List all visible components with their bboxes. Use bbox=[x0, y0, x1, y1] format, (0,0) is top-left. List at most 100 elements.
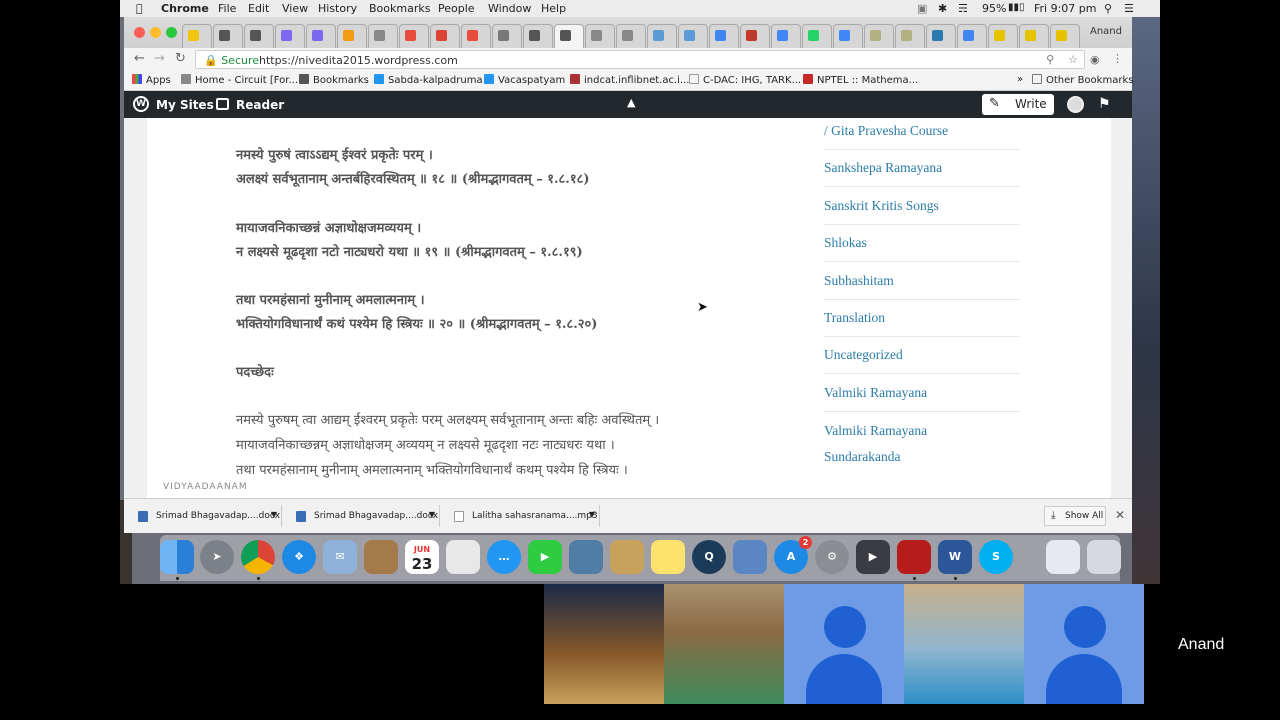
category-link[interactable]: Valmiki Ramayana bbox=[824, 385, 927, 401]
browser-tab[interactable] bbox=[740, 24, 770, 48]
battery-percentage[interactable]: 95% bbox=[982, 2, 1006, 15]
participant-tile-image[interactable] bbox=[544, 584, 664, 704]
bookmark-apps[interactable]: Apps bbox=[132, 74, 171, 86]
app-store-icon[interactable]: A2 bbox=[774, 536, 812, 574]
apple-icon[interactable]:  bbox=[136, 2, 143, 15]
category-link[interactable]: Subhashitam bbox=[824, 273, 894, 289]
safari-icon[interactable]: ❖ bbox=[282, 540, 316, 574]
wifi-icon[interactable]: ☴ bbox=[958, 2, 968, 15]
page-viewport[interactable]: नमस्ये पुरुषं त्वाऽऽद्यम् ईश्वरं प्रकृते… bbox=[124, 118, 1132, 498]
browser-tab[interactable] bbox=[461, 24, 491, 48]
word-icon[interactable]: W bbox=[938, 540, 972, 574]
browser-tab[interactable] bbox=[957, 24, 987, 48]
chevron-down-icon[interactable]: ▼ bbox=[589, 510, 595, 519]
browser-tab[interactable] bbox=[523, 24, 553, 48]
menu-edit[interactable]: Edit bbox=[248, 2, 269, 15]
browser-tab[interactable] bbox=[492, 24, 522, 48]
preview-icon[interactable] bbox=[610, 540, 644, 574]
collapse-toolbar-icon[interactable]: ▲ bbox=[627, 96, 635, 109]
bookmark-cdac[interactable]: C-DAC: IHG, TARK... bbox=[689, 74, 801, 86]
reader-link[interactable]: Reader bbox=[236, 98, 284, 112]
status-icon[interactable]: ▣ bbox=[917, 2, 927, 15]
write-button[interactable]: ✎ Write bbox=[982, 94, 1054, 115]
notifications-bell-icon[interactable]: ⚑ bbox=[1098, 96, 1111, 112]
system-preferences-icon[interactable]: ⚙ bbox=[815, 540, 849, 574]
reader-icon[interactable] bbox=[216, 98, 229, 110]
video-player-icon[interactable]: ▶ bbox=[856, 540, 890, 574]
notification-center-icon[interactable]: ☰ bbox=[1124, 2, 1134, 15]
category-link[interactable]: Translation bbox=[824, 310, 885, 326]
star-icon[interactable]: ☆ bbox=[1068, 53, 1078, 66]
browser-tab[interactable] bbox=[926, 24, 956, 48]
reload-icon[interactable]: ↻ bbox=[175, 51, 186, 66]
address-bar[interactable]: 🔒 Secure https://nivedita2015.wordpress.… bbox=[195, 50, 1085, 69]
menu-clock[interactable]: Fri 9:07 pm bbox=[1034, 2, 1097, 15]
finder-icon[interactable] bbox=[160, 540, 194, 574]
close-window-icon[interactable] bbox=[134, 27, 145, 38]
bookmark-indcat[interactable]: indcat.inflibnet.ac.i... bbox=[570, 74, 689, 86]
bookmark-other[interactable]: Other Bookmarks bbox=[1032, 74, 1133, 86]
photo-booth-icon[interactable] bbox=[569, 540, 603, 574]
chevron-down-icon[interactable]: ▼ bbox=[271, 510, 277, 519]
participant-tile-avatar[interactable] bbox=[1024, 584, 1144, 704]
menu-app-name[interactable]: Chrome bbox=[161, 2, 209, 15]
participant-tile-video[interactable] bbox=[904, 584, 1024, 704]
menu-bookmarks[interactable]: Bookmarks bbox=[369, 2, 430, 15]
calendar-icon[interactable]: JUN 23 bbox=[405, 540, 439, 574]
category-link[interactable]: / Gita Pravesha Course bbox=[824, 123, 948, 139]
browser-tab[interactable] bbox=[244, 24, 274, 48]
browser-tab[interactable] bbox=[399, 24, 429, 48]
my-sites-link[interactable]: My Sites bbox=[156, 98, 214, 112]
back-icon[interactable]: ← bbox=[134, 51, 145, 66]
quicktime-icon[interactable]: Q bbox=[692, 540, 726, 574]
category-link-continued[interactable]: Sundarakanda bbox=[824, 449, 900, 465]
bookmark-vacaspatyam[interactable]: Vacaspatyam bbox=[484, 74, 565, 86]
download-item[interactable]: Lalitha sahasranama....mp3 ▼ bbox=[444, 505, 600, 527]
browser-tab[interactable] bbox=[1019, 24, 1049, 48]
menu-history[interactable]: History bbox=[318, 2, 357, 15]
bluetooth-icon[interactable]: ✱ bbox=[938, 2, 947, 15]
download-item[interactable]: Srimad Bhagavadap....docx ▼ bbox=[128, 505, 282, 527]
browser-tab[interactable] bbox=[988, 24, 1018, 48]
category-link[interactable]: Uncategorized bbox=[824, 347, 903, 363]
menu-people[interactable]: People bbox=[438, 2, 475, 15]
browser-tab[interactable] bbox=[337, 24, 367, 48]
browser-tab[interactable] bbox=[678, 24, 708, 48]
trash-icon[interactable] bbox=[1087, 540, 1121, 574]
more-bookmarks-icon[interactable]: » bbox=[1017, 74, 1023, 85]
battery-icon[interactable]: ▮▮▯ bbox=[1008, 2, 1025, 13]
browser-tab[interactable] bbox=[895, 24, 925, 48]
zoom-icon[interactable]: ⚲ bbox=[1046, 53, 1054, 66]
notes-icon[interactable] bbox=[651, 540, 685, 574]
chevron-down-icon[interactable]: ▼ bbox=[429, 510, 435, 519]
browser-tab[interactable] bbox=[585, 24, 615, 48]
browser-tab[interactable] bbox=[368, 24, 398, 48]
zoom-window-icon[interactable] bbox=[166, 27, 177, 38]
mail-icon[interactable]: ✉ bbox=[323, 540, 357, 574]
menu-file[interactable]: File bbox=[218, 2, 236, 15]
browser-tab[interactable] bbox=[1050, 24, 1080, 48]
browser-tab[interactable] bbox=[275, 24, 305, 48]
wordpress-logo-icon[interactable]: W bbox=[133, 96, 149, 112]
facetime-icon[interactable]: ▶ bbox=[528, 540, 562, 574]
reminders-icon[interactable] bbox=[446, 540, 480, 574]
profile-name[interactable]: Anand bbox=[1090, 26, 1122, 37]
skype-icon[interactable]: S bbox=[979, 540, 1013, 574]
contacts-icon[interactable] bbox=[364, 540, 398, 574]
browser-tab[interactable] bbox=[864, 24, 894, 48]
keynote-icon[interactable] bbox=[733, 540, 767, 574]
show-all-downloads-button[interactable]: ⤓ Show All bbox=[1044, 506, 1106, 526]
browser-tab[interactable] bbox=[771, 24, 801, 48]
browser-tab[interactable] bbox=[709, 24, 739, 48]
browser-tab[interactable] bbox=[616, 24, 646, 48]
download-item[interactable]: Srimad Bhagavadap....docx ▼ bbox=[286, 505, 440, 527]
menu-window[interactable]: Window bbox=[488, 2, 531, 15]
menu-view[interactable]: View bbox=[282, 2, 308, 15]
participant-tile-video[interactable] bbox=[664, 584, 784, 704]
browser-tab[interactable] bbox=[554, 24, 584, 48]
bookmark-sabda[interactable]: Sabda-kalpadruma bbox=[374, 74, 483, 86]
close-downloads-icon[interactable]: ✕ bbox=[1115, 508, 1125, 522]
participant-tile-avatar[interactable] bbox=[784, 584, 904, 704]
bookmark-circuit[interactable]: Home - Circuit [For... bbox=[181, 74, 298, 86]
chrome-menu-icon[interactable]: ⋮ bbox=[1112, 52, 1123, 65]
